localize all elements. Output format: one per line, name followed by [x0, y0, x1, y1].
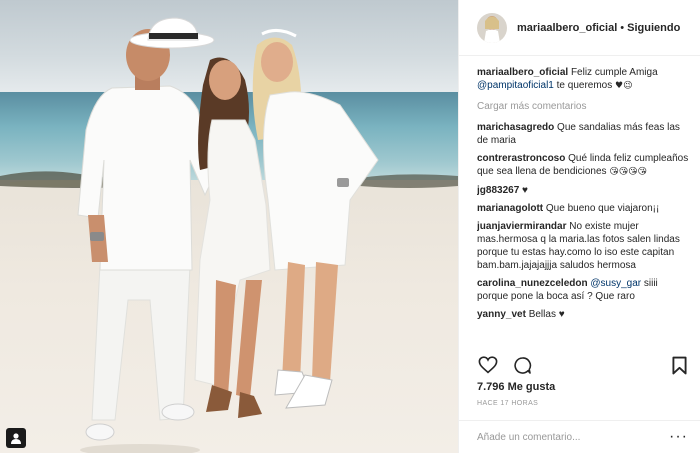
photo-people-illustration	[77, 17, 379, 453]
post-photo[interactable]	[0, 0, 458, 453]
bookmark-icon	[671, 356, 687, 374]
man-figure	[77, 17, 215, 453]
load-more-comments-button[interactable]: Cargar más comentarios	[477, 100, 690, 113]
comment-emoji: 😘😘😘😘	[609, 167, 647, 177]
instagram-post: mariaalbero_oficial • Siguiendo mariaalb…	[0, 0, 700, 453]
more-options-button[interactable]: ···	[669, 429, 688, 445]
save-button[interactable]	[668, 354, 690, 376]
heart-icon	[478, 356, 498, 374]
comment-username-link[interactable]: jg883267	[477, 185, 519, 196]
comment-item: jg883267 ♥	[477, 184, 690, 197]
comment-item: marianagolott Que bueno que viajaron¡¡	[477, 202, 690, 215]
comment-text: Que bueno que viajaron¡¡	[545, 203, 660, 214]
post-header: mariaalbero_oficial • Siguiendo	[459, 0, 700, 56]
comment-button[interactable]	[511, 354, 533, 376]
comment-item: yanny_vet Bellas ♥	[477, 308, 690, 321]
caption-text: Feliz cumple Amiga	[570, 67, 658, 78]
caption-username-link[interactable]: mariaalbero_oficial	[477, 67, 568, 78]
comment-text: Bellas ♥	[528, 309, 565, 320]
following-button[interactable]: Siguiendo	[627, 22, 680, 34]
comment-mention-link[interactable]: @susy_gar	[590, 278, 641, 289]
post-side-panel: mariaalbero_oficial • Siguiendo mariaalb…	[458, 0, 700, 453]
comment-item: marichasagredo Que sandalias más feas la…	[477, 121, 690, 147]
comment-item: contrerastroncoso Qué linda feliz cumple…	[477, 152, 690, 179]
header-separator: •	[620, 21, 625, 34]
add-comment-bar: ···	[459, 420, 700, 453]
comments-list[interactable]: mariaalbero_oficial Feliz cumple Amiga @…	[477, 66, 690, 342]
post-actions-bar	[477, 353, 690, 377]
caption: mariaalbero_oficial Feliz cumple Amiga @…	[477, 66, 690, 93]
comment-bubble-icon	[513, 356, 531, 374]
comment-input[interactable]	[477, 431, 670, 443]
post-timestamp: HACE 17 HORAS	[477, 400, 539, 407]
comment-username-link[interactable]: yanny_vet	[477, 309, 526, 320]
comment-item: juanjaviermirandar No existe mujer mas.h…	[477, 220, 690, 272]
avatar-image	[477, 12, 507, 43]
comment-username-link[interactable]: carolina_nunezceledon	[477, 278, 588, 289]
header-username-link[interactable]: mariaalbero_oficial	[517, 22, 617, 34]
likes-count[interactable]: 7.796 Me gusta	[477, 381, 555, 393]
comment-username-link[interactable]: marichasagredo	[477, 122, 554, 133]
avatar[interactable]	[477, 12, 507, 43]
tag-people-button[interactable]	[6, 428, 26, 448]
comment-username-link[interactable]: juanjaviermirandar	[477, 221, 566, 232]
like-button[interactable]	[477, 354, 499, 376]
woman-blonde-figure	[252, 29, 379, 409]
comment-username-link[interactable]: marianagolott	[477, 203, 543, 214]
caption-mention-link[interactable]: @pampitaoficial1	[477, 80, 554, 91]
person-tag-icon	[11, 433, 21, 444]
comment-username-link[interactable]: contrerastroncoso	[477, 153, 565, 164]
comment-item: carolina_nunezceledon @susy_gar siiii po…	[477, 277, 690, 303]
caption-text-after: te queremos	[556, 80, 613, 91]
caption-emoji: ♥😉	[615, 81, 633, 91]
comment-text: ♥	[522, 185, 528, 196]
